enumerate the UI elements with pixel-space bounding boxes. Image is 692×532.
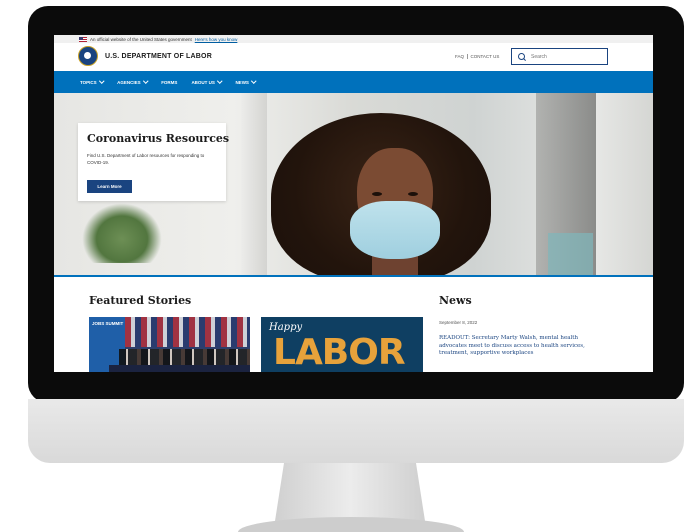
story-labor-text: LABOR (273, 332, 406, 372)
browser-screen: An official website of the United States… (54, 35, 653, 372)
news-heading: News (439, 294, 472, 307)
site-header: U.S. DEPARTMENT OF LABOR FAQ CONTACT US (54, 43, 653, 71)
hero-face-mask (350, 201, 440, 259)
chevron-down-icon (142, 78, 148, 84)
nav-item-label: AGENCIES (117, 79, 141, 85)
nav-item-agencies[interactable]: AGENCIES (117, 78, 148, 85)
us-flag-icon (79, 36, 87, 42)
hero-person-eye (372, 192, 382, 196)
story-flags-image (125, 317, 250, 347)
nav-item-label: NEWS (235, 79, 249, 85)
hero-background-chair (548, 233, 593, 276)
news-date: September 8, 2022 (439, 320, 478, 325)
hero-title: Coronavirus Resources (87, 132, 230, 145)
faq-link[interactable]: FAQ (455, 54, 464, 59)
search-input[interactable] (531, 53, 601, 60)
hero-plant-image (82, 203, 162, 263)
gov-banner-link[interactable]: Here's how you know (195, 37, 238, 42)
nav-item-label: ABOUT US (191, 79, 215, 85)
hero-card: Coronavirus Resources Find U.S. Departme… (78, 123, 230, 201)
news-headline-link[interactable]: READOUT: Secretary Marty Walsh, mental h… (439, 335, 589, 358)
story-table-image (109, 365, 250, 372)
hero-background-column (241, 93, 267, 276)
monitor-chin (28, 399, 684, 463)
featured-stories-heading: Featured Stories (89, 294, 192, 307)
search-icon[interactable] (518, 53, 525, 60)
hero-description: Find U.S. Department of Labor resources … (87, 153, 205, 165)
search-box[interactable] (511, 48, 608, 65)
chevron-down-icon (251, 78, 257, 84)
hero-person-eye (408, 192, 418, 196)
nav-item-label: FORMS (161, 79, 178, 85)
monitor-base (238, 517, 464, 532)
gov-banner: An official website of the United States… (54, 35, 653, 43)
agency-name[interactable]: U.S. DEPARTMENT OF LABOR (105, 53, 212, 60)
contact-link[interactable]: CONTACT US (471, 54, 500, 59)
hero-divider (54, 275, 653, 277)
nav-item-forms[interactable]: FORMS (161, 80, 177, 85)
utility-links: FAQ CONTACT US (455, 54, 500, 60)
chevron-down-icon (98, 78, 104, 84)
featured-story-card[interactable]: Happy LABOR (261, 317, 423, 372)
monitor-stand (275, 463, 425, 521)
hero-banner: Coronavirus Resources Find U.S. Departme… (54, 93, 653, 276)
nav-item-news[interactable]: NEWS (235, 78, 257, 85)
chevron-down-icon (217, 78, 223, 84)
featured-story-card[interactable]: JOBS SUMMIT (89, 317, 250, 372)
nav-item-about-us[interactable]: ABOUT US (191, 78, 223, 85)
nav-item-label: TOPICS (80, 79, 97, 85)
story-banner-text: JOBS SUMMIT (92, 321, 124, 326)
nav-item-topics[interactable]: TOPICS (80, 78, 104, 85)
dol-seal-icon[interactable] (78, 46, 98, 66)
learn-more-button[interactable]: Learn More (87, 180, 132, 193)
main-nav: TOPICS AGENCIES FORMS ABOUT US NEWS (54, 71, 653, 93)
utility-divider (467, 54, 468, 60)
gov-banner-text: An official website of the United States… (90, 36, 192, 42)
